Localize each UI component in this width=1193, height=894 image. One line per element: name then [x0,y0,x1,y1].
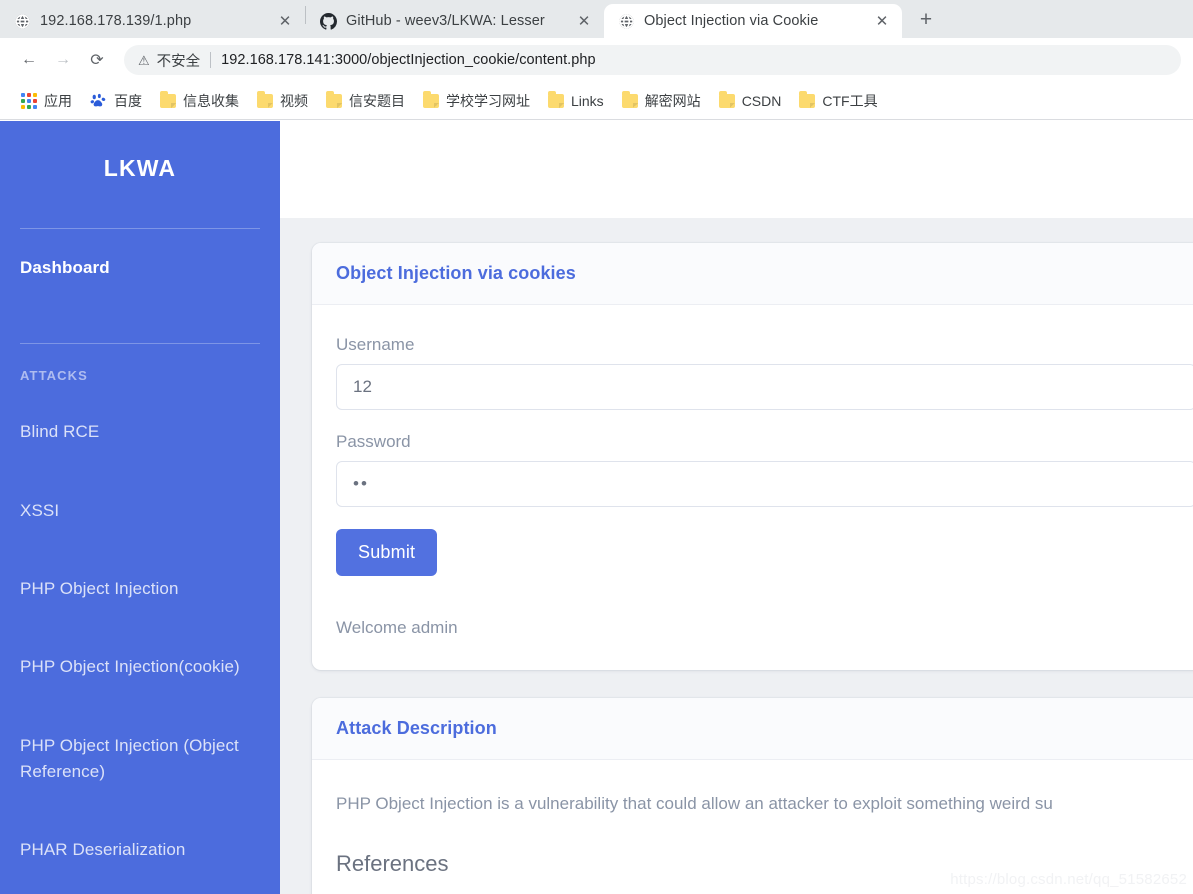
browser-tab-1[interactable]: 192.168.178.139/1.php ✕ [0,4,305,38]
bookmark-folder-3[interactable]: 信息收集 [151,87,248,115]
description-card: Attack Description PHP Object Injection … [312,698,1193,894]
folder-icon [257,90,273,108]
github-icon [320,12,337,30]
folder-icon [621,90,638,108]
bookmark-folder-5[interactable]: 信安题目 [317,87,414,115]
attack-card-header: Object Injection via cookies [312,243,1193,305]
bookmark-apps[interactable]: 应用 [12,87,81,115]
close-icon[interactable]: ✕ [275,11,295,31]
bookmark-label: 应用 [44,92,72,109]
description-card-header: Attack Description [312,698,1193,760]
folder-icon [160,90,176,108]
not-secure-warning-icon: ⚠ [138,52,150,68]
back-icon[interactable]: ← [14,45,44,75]
tab-title: GitHub - weev3/LKWA: Lesser [346,13,545,29]
tab-title: 192.168.178.139/1.php [40,13,192,29]
sidebar-item-php-object-injection-object-reference[interactable]: PHP Object Injection (Object Reference) [20,707,260,812]
browser-toolbar: ← → ⟳ ⚠ 不安全 192.168.178.141:3000/objectI… [0,38,1193,82]
bookmark-label: 信安题目 [349,92,405,109]
url-text: 192.168.178.141:3000/objectInjection_coo… [221,52,596,68]
page-topnav [280,121,1193,218]
omnibox-divider [210,52,212,68]
bookmark-folder-6[interactable]: 学校学习网址 [414,87,539,115]
forward-icon[interactable]: → [48,45,78,75]
bookmark-label: 百度 [114,92,142,109]
folder-icon [799,90,816,108]
bookmark-label: 解密网站 [644,92,701,109]
page-content: Object Injection via cookies Username Pa… [280,218,1193,894]
page-title: Object Injection via cookies [336,263,576,283]
references-heading: References [336,851,449,877]
bookmark-folder-4[interactable]: 视频 [248,87,317,115]
bookmark-folder-10[interactable]: CTF工具 [790,87,886,115]
password-input[interactable] [336,461,1193,507]
browser-window: 192.168.178.139/1.php ✕ GitHub - weev3/L… [0,0,1193,894]
folder-icon [718,90,735,108]
address-bar[interactable]: ⚠ 不安全 192.168.178.141:3000/objectInjecti… [124,45,1181,75]
description-title: Attack Description [336,718,497,738]
sidebar-item-phar-deserialization[interactable]: PHAR Deserialization [20,811,260,889]
new-tab-button[interactable]: + [910,4,942,36]
sidebar: LKWA Dashboard ATTACKS Blind RCE XSSI PH… [0,121,280,894]
brand-logo: LKWA [103,155,177,181]
bookmark-baidu[interactable]: 百度 [81,87,151,115]
sidebar-item-xssi[interactable]: XSSI [20,472,260,550]
globe-icon [14,13,31,30]
folder-icon [423,90,439,108]
reload-icon[interactable]: ⟳ [82,45,112,75]
username-input[interactable] [336,364,1193,410]
folder-icon [326,90,342,108]
bookmark-folder-9[interactable]: CSDN [710,89,791,113]
welcome-message: Welcome admin [336,618,458,637]
attack-card: Object Injection via cookies Username Pa… [312,243,1193,670]
tab-strip-empty-area [942,0,1193,38]
bookmark-label: CTF工具 [822,92,878,109]
bookmark-label: 信息收集 [183,92,239,109]
browser-tab-3[interactable]: Object Injection via Cookie ✕ [604,4,902,38]
main-region: Object Injection via cookies Username Pa… [280,121,1193,894]
sidebar-item-dashboard[interactable]: Dashboard [20,229,260,307]
close-icon[interactable]: ✕ [872,11,892,31]
bookmark-folder-8[interactable]: 解密网站 [613,87,710,115]
sidebar-item-php-object-injection[interactable]: PHP Object Injection [20,550,260,628]
tab-strip: 192.168.178.139/1.php ✕ GitHub - weev3/L… [0,0,1193,38]
description-text: PHP Object Injection is a vulnerability … [336,794,1053,813]
password-label: Password [336,432,411,451]
sidebar-section-attacks: ATTACKS [20,368,88,384]
bookmark-label: Links [571,92,604,109]
sidebar-item-blind-rce[interactable]: Blind RCE [20,393,260,471]
sidebar-item-ssrf[interactable]: SSRF [20,890,260,894]
baidu-icon [90,92,107,109]
attack-card-body: Username Password Submit Welcome admin [312,305,1193,670]
bookmark-label: 学校学习网址 [446,92,530,109]
bookmark-folder-7[interactable]: Links [539,89,613,113]
folder-icon [548,90,564,108]
sidebar-item-php-object-injection-cookie[interactable]: PHP Object Injection(cookie) [20,628,260,706]
description-card-body: PHP Object Injection is a vulnerability … [312,760,1193,894]
apps-grid-icon [21,92,37,109]
page-viewport: LKWA Dashboard ATTACKS Blind RCE XSSI PH… [0,121,1193,894]
close-icon[interactable]: ✕ [574,11,594,31]
bookmarks-bar: 应用 百度 信息收集 视频 信安题目 学校学习网址 Links 解密网站 CSD… [0,82,1193,120]
submit-button[interactable]: Submit [336,529,438,576]
globe-icon [618,13,635,30]
bookmark-label: CSDN [741,92,782,109]
browser-tab-2[interactable]: GitHub - weev3/LKWA: Lesser ✕ [306,4,604,38]
security-status-text: 不安全 [156,53,201,70]
bookmark-label: 视频 [280,92,308,109]
username-label: Username [336,335,415,354]
tab-title: Object Injection via Cookie [644,13,819,29]
